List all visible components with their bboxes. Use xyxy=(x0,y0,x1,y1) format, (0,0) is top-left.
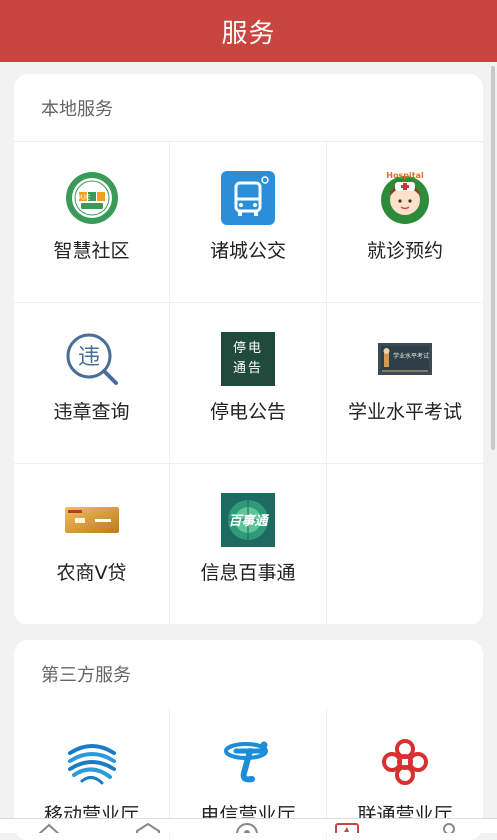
icon-text: Hospital xyxy=(386,171,424,180)
service-power-outage-notice[interactable]: 停电通告 停电公告 xyxy=(170,303,327,464)
location-icon[interactable] xyxy=(234,821,260,833)
china-mobile-icon xyxy=(64,734,120,790)
info-baishitong-icon: 百事通 xyxy=(220,492,276,548)
service-label: 停电公告 xyxy=(209,401,286,423)
icon-text: 停电通告 xyxy=(232,341,263,376)
service-academic-exam[interactable]: 学业水平考试 学业水平考试 xyxy=(327,303,483,464)
service-label: 学业水平考试 xyxy=(347,401,462,423)
service-label: 就诊预约 xyxy=(366,240,443,262)
icon-text: UUE xyxy=(75,194,90,202)
local-services-card: 本地服务 UUE 智慧社区 诸城公交 Hospital 就诊预约 违 违章查询 … xyxy=(14,74,483,625)
section-title: 第三方服务 xyxy=(41,665,131,686)
scrollbar[interactable] xyxy=(491,66,495,450)
icon-text: 百事通 xyxy=(228,513,269,529)
service-label: 诸城公交 xyxy=(209,240,286,262)
china-unicom-icon xyxy=(377,734,433,790)
china-telecom-icon xyxy=(220,734,276,790)
local-services-grid: UUE 智慧社区 诸城公交 Hospital 就诊预约 违 违章查询 停电通告 … xyxy=(14,142,483,625)
service-label: 信息百事通 xyxy=(200,562,296,584)
category-icon[interactable] xyxy=(135,821,161,833)
bank-card-icon xyxy=(64,492,120,548)
home-icon[interactable] xyxy=(36,821,62,833)
service-smart-community[interactable]: UUE 智慧社区 xyxy=(14,142,170,303)
service-label: 农商V贷 xyxy=(56,562,127,584)
services-icon[interactable] xyxy=(334,821,360,833)
hospital-nurse-icon: Hospital xyxy=(377,170,433,226)
service-info-baishitong[interactable]: 百事通 信息百事通 xyxy=(170,464,327,625)
service-label: 智慧社区 xyxy=(53,240,130,262)
power-outage-notice-icon: 停电通告 xyxy=(220,331,276,387)
profile-icon[interactable] xyxy=(436,821,462,833)
page-title: 服务 xyxy=(221,18,276,49)
service-zhucheng-bus[interactable]: 诸城公交 xyxy=(170,142,327,303)
service-rural-bank-loan[interactable]: 农商V贷 xyxy=(14,464,170,625)
bottom-tab-bar xyxy=(0,818,497,833)
service-hospital-appointment[interactable]: Hospital 就诊预约 xyxy=(327,142,483,303)
bus-icon xyxy=(220,170,276,226)
empty-cell xyxy=(327,464,483,625)
exam-blackboard-icon: 学业水平考试 xyxy=(377,331,433,387)
icon-text: 违 xyxy=(77,345,99,370)
app-header: 服务 xyxy=(0,0,497,62)
service-violation-query[interactable]: 违 违章查询 xyxy=(14,303,170,464)
community-badge-icon: UUE xyxy=(64,170,120,226)
section-title: 本地服务 xyxy=(14,74,483,142)
service-label: 违章查询 xyxy=(53,401,130,423)
third-party-services-card: 第三方服务 移动营业厅 电信营业厅 联通营业厅 xyxy=(14,640,483,840)
icon-text: 学业水平考试 xyxy=(393,352,429,360)
violation-search-icon: 违 xyxy=(64,331,120,387)
